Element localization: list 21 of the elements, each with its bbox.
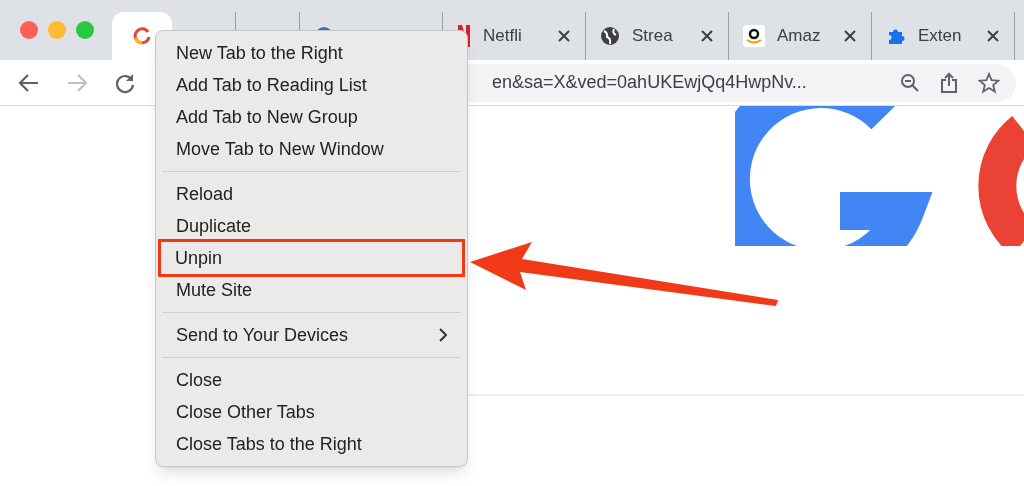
close-icon[interactable] [700, 29, 714, 43]
menu-item[interactable]: Reload [162, 178, 461, 210]
chevron-right-icon [439, 328, 447, 342]
menu-item[interactable]: Move Tab to New Window [162, 133, 461, 165]
globe-icon [600, 26, 620, 46]
menu-item[interactable]: Add Tab to New Group [162, 101, 461, 133]
menu-item[interactable]: Duplicate [162, 210, 461, 242]
menu-item[interactable]: Send to Your Devices [162, 319, 461, 351]
close-icon[interactable] [843, 29, 857, 43]
menu-item[interactable]: Close Tabs to the Right [162, 428, 461, 460]
menu-item[interactable]: Mute Site [162, 274, 461, 306]
back-arrow-icon[interactable] [18, 72, 40, 93]
close-icon[interactable] [986, 29, 1000, 43]
share-icon[interactable] [940, 71, 958, 94]
menu-item[interactable]: Close Other Tabs [162, 396, 461, 428]
google-icon [133, 27, 151, 45]
zoom-out-icon[interactable] [900, 72, 920, 93]
menu-item[interactable]: Unpin [161, 242, 462, 274]
menu-item[interactable]: Close [162, 364, 461, 396]
star-icon[interactable] [978, 71, 1000, 94]
close-icon[interactable] [557, 29, 571, 43]
